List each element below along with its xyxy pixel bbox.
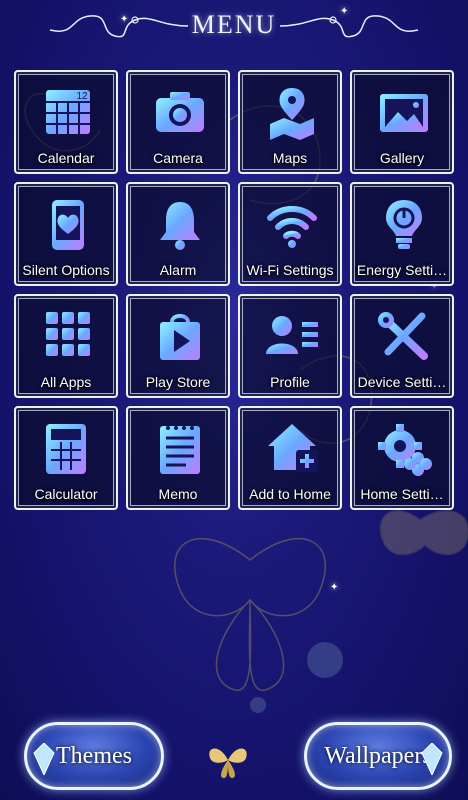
app-tile-silent-options[interactable]: Silent Options (14, 182, 118, 286)
app-tile-play-store[interactable]: Play Store (126, 294, 230, 398)
app-tile-device-settings[interactable]: Device Setti… (350, 294, 454, 398)
app-label: Alarm (159, 262, 197, 278)
app-label: Calendar (37, 150, 95, 166)
app-label: Maps (272, 150, 308, 166)
app-label: Play Store (145, 374, 211, 390)
app-label: Device Setti… (357, 374, 447, 390)
crystal-icon (421, 743, 443, 775)
bell-icon (160, 202, 200, 250)
app-label: Add to Home (249, 486, 331, 502)
tools-icon (378, 312, 428, 360)
app-label: Camera (153, 150, 203, 166)
app-tile-calculator[interactable]: Calculator (14, 406, 118, 510)
app-tile-energy-settings[interactable]: Energy Setti… (350, 182, 454, 286)
app-tile-home-settings[interactable]: Home Setti… (350, 406, 454, 510)
app-label: Profile (270, 374, 310, 390)
themes-button-label: Themes (56, 743, 132, 769)
wallpapers-button[interactable]: Wallpapers (304, 722, 452, 790)
app-label: All Apps (40, 374, 92, 390)
themes-button[interactable]: Themes (24, 722, 164, 790)
app-tile-calendar[interactable]: 12 Calendar (14, 70, 118, 174)
app-tile-maps[interactable]: Maps (238, 70, 342, 174)
app-tile-add-to-home[interactable]: Add to Home (238, 406, 342, 510)
apps-grid-icon (46, 312, 90, 356)
map-pin-icon (270, 88, 314, 140)
gear-icon (378, 424, 432, 476)
sparkle-icon: ✦ (330, 582, 339, 593)
app-label: Calculator (34, 486, 98, 502)
menu-header: MENU (0, 0, 468, 48)
app-tile-gallery[interactable]: Gallery (350, 70, 454, 174)
play-store-icon (160, 314, 200, 360)
wifi-icon (267, 206, 317, 248)
app-label: Gallery (379, 150, 425, 166)
calendar-badge: 12 (76, 91, 88, 102)
gallery-icon (380, 94, 428, 132)
app-grid: 12 Calendar Camera Maps Gallery Silent O… (14, 70, 454, 510)
app-label: Memo (158, 486, 198, 502)
calendar-icon: 12 (46, 90, 90, 134)
house-plus-icon (268, 424, 318, 472)
butterfly-icon (209, 748, 247, 778)
app-tile-wifi-settings[interactable]: Wi-Fi Settings (238, 182, 342, 286)
app-tile-camera[interactable]: Camera (126, 70, 230, 174)
calculator-icon (46, 424, 86, 474)
phone-heart-icon (52, 200, 84, 250)
app-label: Energy Setti… (356, 262, 448, 278)
ornament-right-icon (279, 15, 419, 38)
app-label: Home Setti… (360, 486, 444, 502)
app-tile-profile[interactable]: Profile (238, 294, 342, 398)
bulb-power-icon (386, 200, 422, 249)
app-tile-memo[interactable]: Memo (126, 406, 230, 510)
app-tile-alarm[interactable]: Alarm (126, 182, 230, 286)
app-label: Silent Options (22, 262, 110, 278)
profile-card-icon (266, 316, 318, 354)
app-tile-all-apps[interactable]: All Apps (14, 294, 118, 398)
notepad-icon (160, 426, 200, 474)
app-label: Wi-Fi Settings (246, 262, 334, 278)
camera-icon (156, 92, 204, 132)
